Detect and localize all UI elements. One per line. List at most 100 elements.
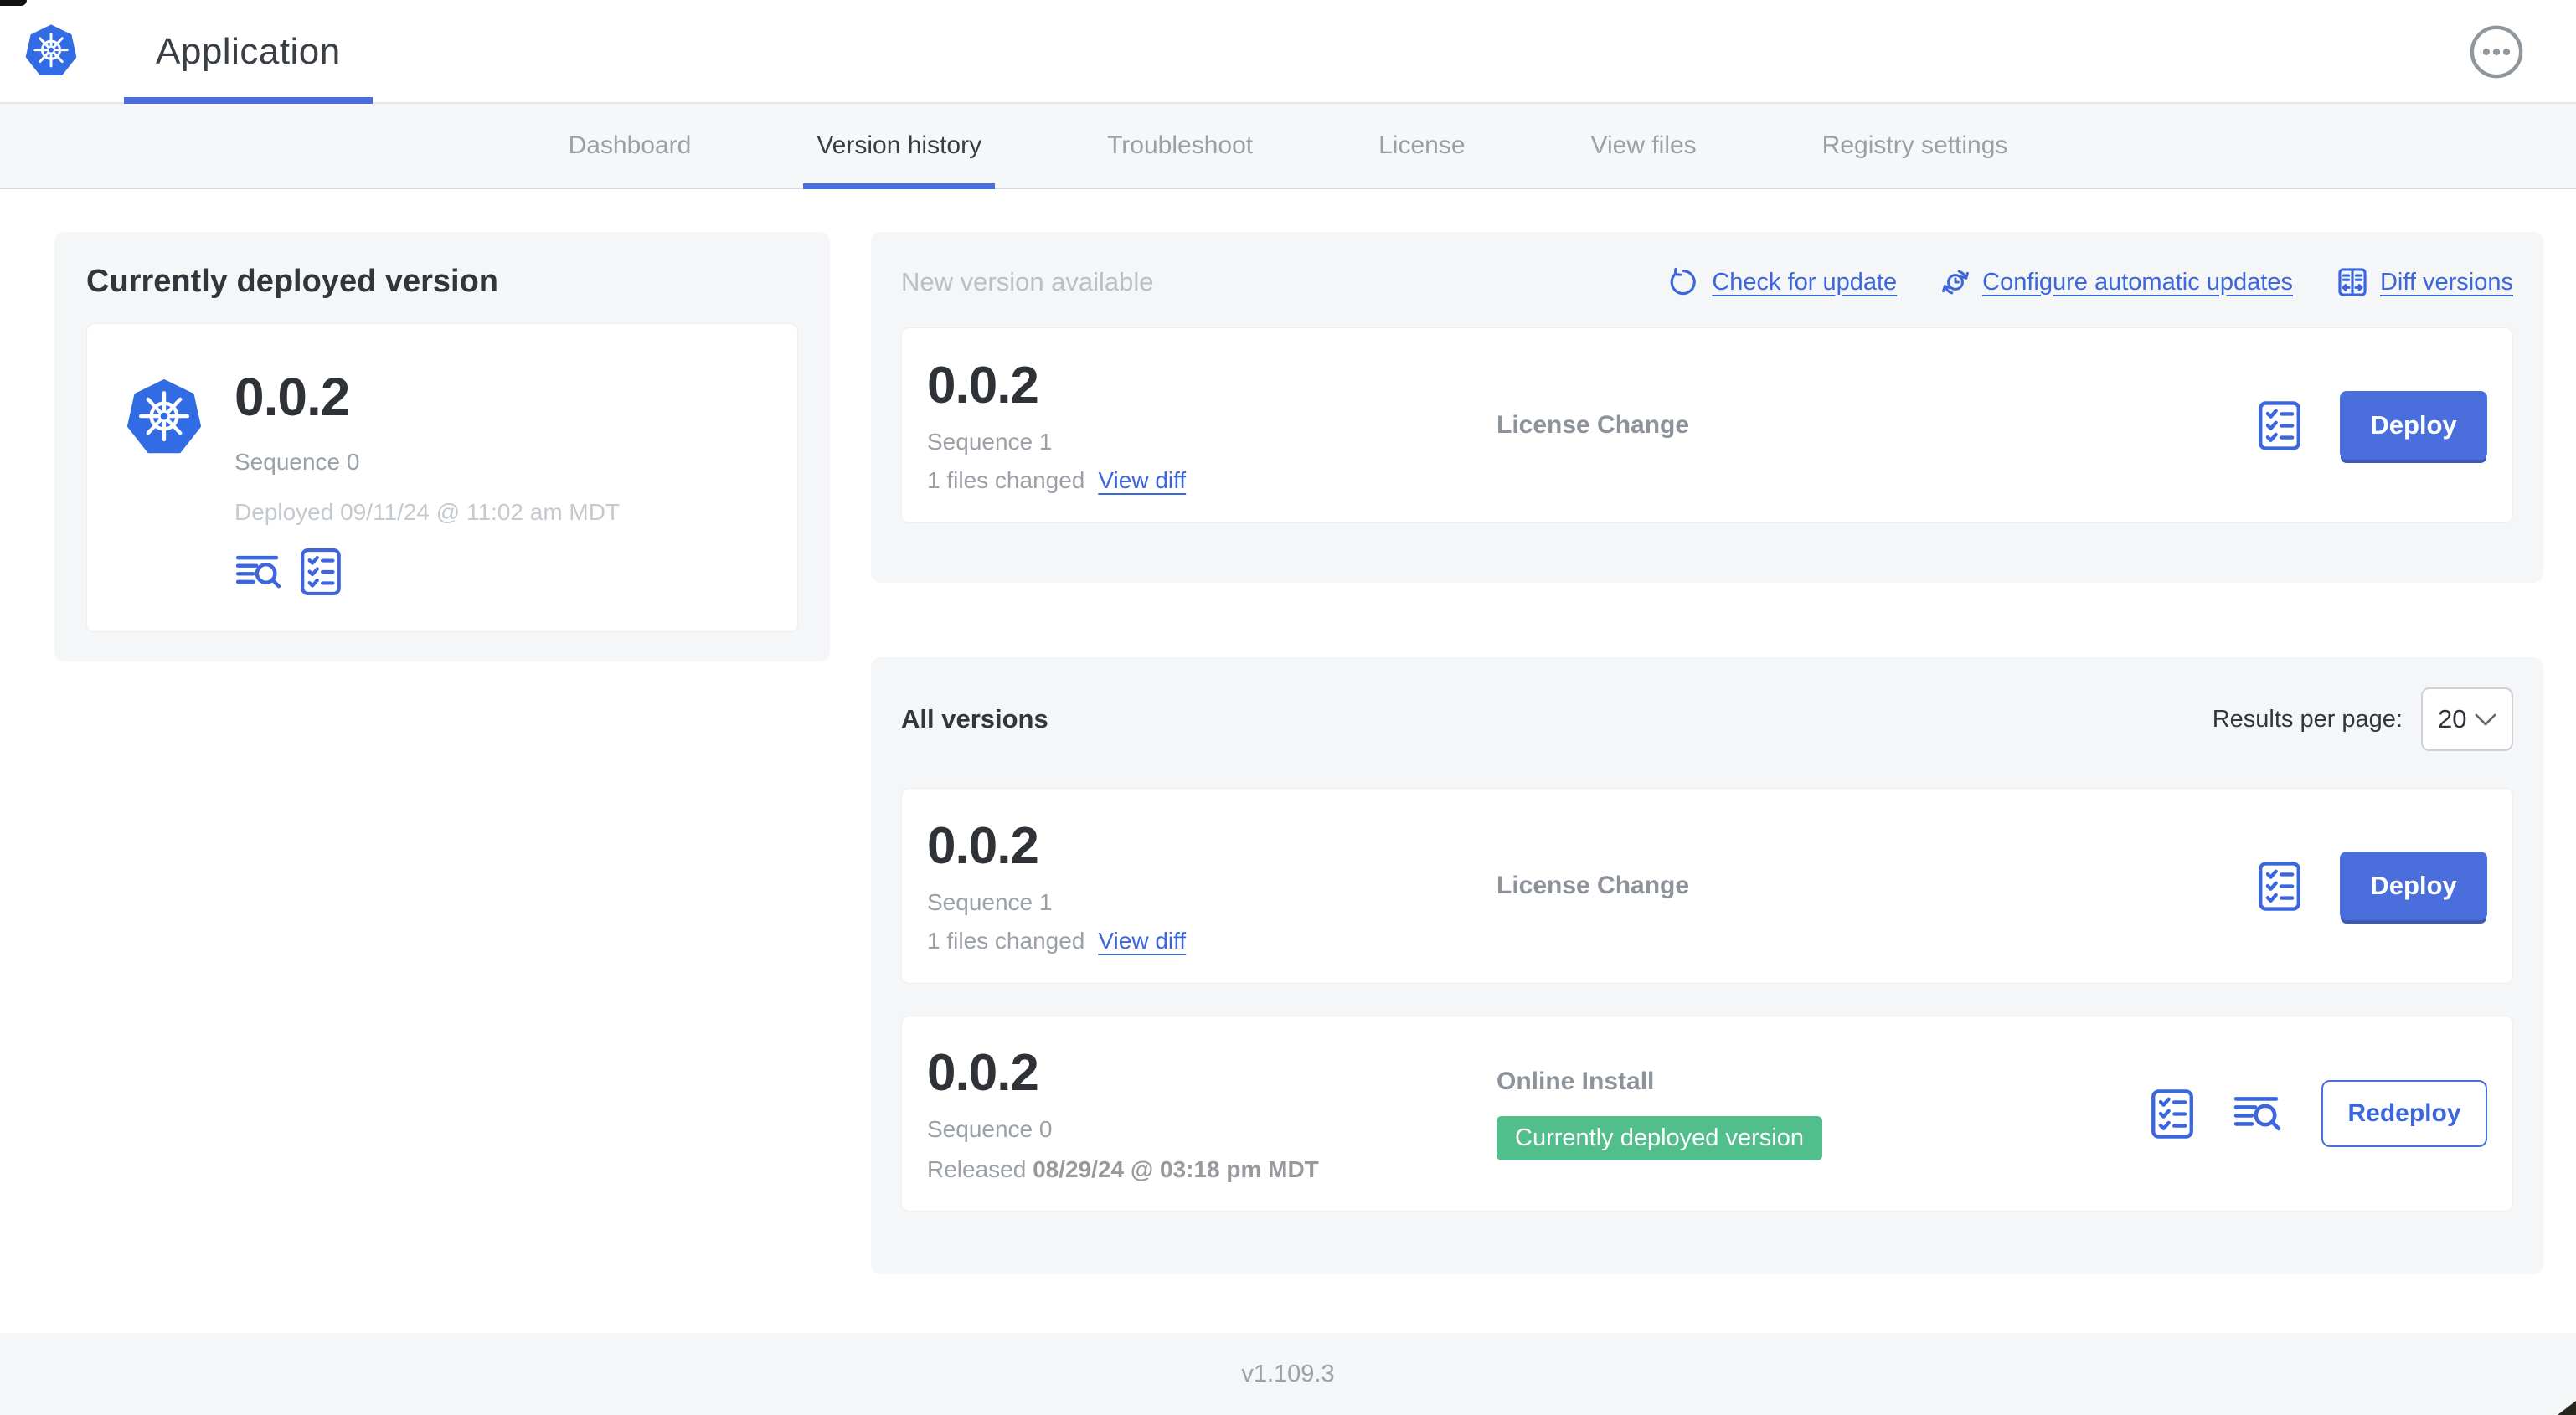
view-preflight-checks-button[interactable] <box>2151 1088 2194 1140</box>
version-source: License Change <box>1497 872 1690 899</box>
view-preflight-checks-button[interactable] <box>300 548 342 596</box>
preflight-checklist-icon <box>2258 400 2301 451</box>
view-diff-link[interactable]: View diff <box>1098 928 1186 954</box>
version-number: 0.0.2 <box>927 817 1039 875</box>
preflight-checklist-icon <box>300 548 342 596</box>
version-actions: Redeploy <box>2151 1016 2487 1211</box>
tab-bar: Dashboard Version history Troubleshoot L… <box>0 104 2576 189</box>
version-source: Online Install <box>1497 1067 1655 1095</box>
active-app-indicator <box>124 97 373 104</box>
version-number: 0.0.2 <box>927 1044 1039 1102</box>
results-per-page-label: Results per page: <box>2212 705 2403 733</box>
tab-troubleshoot[interactable]: Troubleshoot <box>1094 104 1266 188</box>
app-title: Application <box>156 31 341 72</box>
files-changed-label: 1 files changed <box>927 928 1085 954</box>
results-per-page-value: 20 <box>2438 704 2467 733</box>
currently-deployed-card: 0.0.2 Sequence 0 Deployed 09/11/24 @ 11:… <box>86 323 798 632</box>
tab-license[interactable]: License <box>1365 104 1478 188</box>
deploy-logs-icon <box>2233 1093 2283 1134</box>
tab-version-history[interactable]: Version history <box>803 104 995 189</box>
app-header: Application <box>0 0 2576 104</box>
diff-versions-label: Diff versions <box>2379 268 2513 296</box>
released-prefix: Released <box>927 1156 1027 1182</box>
deployed-version-number: 0.0.2 <box>234 367 350 427</box>
version-info: 0.0.2 Sequence 0 Released 08/29/24 @ 03:… <box>927 1044 1319 1183</box>
version-sequence: Sequence 1 <box>927 429 1053 455</box>
deployed-sequence: Sequence 0 <box>234 449 360 476</box>
kubernetes-logo-icon <box>23 23 79 79</box>
version-sequence: Sequence 0 <box>927 1116 1053 1142</box>
view-preflight-checks-button[interactable] <box>2258 861 2301 912</box>
tab-registry-settings[interactable]: Registry settings <box>1809 104 2022 188</box>
version-row-sequence-1: 0.0.2 Sequence 1 1 files changed View di… <box>901 788 2513 984</box>
clock-sync-icon <box>1940 267 1971 297</box>
version-actions: Deploy <box>2258 328 2487 522</box>
version-info: 0.0.2 Sequence 1 1 files changed View di… <box>927 817 1186 954</box>
deploy-logs-icon <box>234 553 283 591</box>
deploy-button[interactable]: Deploy <box>2340 391 2487 460</box>
tab-dashboard[interactable]: Dashboard <box>555 104 705 188</box>
version-info: 0.0.2 Sequence 1 1 files changed View di… <box>927 357 1186 494</box>
configure-automatic-updates-label: Configure automatic updates <box>1982 268 2293 296</box>
deployed-timestamp: Deployed 09/11/24 @ 11:02 am MDT <box>234 499 621 526</box>
tab-label: Registry settings <box>1821 131 2008 159</box>
console-version-label: v1.109.3 <box>1241 1360 1335 1387</box>
currently-deployed-badge: Currently deployed version <box>1497 1115 1822 1160</box>
results-per-page: Results per page: 20 <box>2213 687 2513 751</box>
currently-deployed-title: Currently deployed version <box>86 264 499 299</box>
version-sequence: Sequence 1 <box>927 889 1053 915</box>
new-version-title: New version available <box>901 267 1154 296</box>
redeploy-button[interactable]: Redeploy <box>2321 1080 2487 1147</box>
results-per-page-select[interactable]: 20 <box>2421 687 2513 751</box>
deployed-version-info: 0.0.2 Sequence 0 Deployed 09/11/24 @ 11:… <box>234 367 621 596</box>
check-for-update-link[interactable]: Check for update <box>1670 267 1897 297</box>
check-for-update-label: Check for update <box>1712 268 1898 296</box>
tab-label: View files <box>1590 131 1697 159</box>
released-timestamp: Released 08/29/24 @ 03:18 pm MDT <box>927 1156 1319 1183</box>
window-corner-artifact <box>0 0 27 6</box>
new-version-card: 0.0.2 Sequence 1 1 files changed View di… <box>901 327 2513 523</box>
deploy-button[interactable]: Deploy <box>2340 852 2487 920</box>
app-footer: v1.109.3 <box>0 1333 2576 1415</box>
update-actions: Check for update Configure automatic upd… <box>1670 266 2513 298</box>
all-versions-header: All versions Results per page: 20 <box>901 687 2513 751</box>
chevron-down-icon <box>2475 713 2496 726</box>
view-diff-link[interactable]: View diff <box>1098 467 1186 494</box>
tab-label: License <box>1378 131 1466 159</box>
preflight-checklist-icon <box>2258 861 2301 912</box>
files-changed-row: 1 files changed View diff <box>927 928 1186 954</box>
tab-label: Troubleshoot <box>1107 131 1254 159</box>
new-version-header: New version available Check for update C… <box>901 262 2513 302</box>
tab-view-files[interactable]: View files <box>1578 104 1710 188</box>
all-versions-title: All versions <box>901 704 1048 733</box>
files-changed-row: 1 files changed View diff <box>927 467 1186 494</box>
version-row-sequence-0: 0.0.2 Sequence 0 Released 08/29/24 @ 03:… <box>901 1016 2513 1212</box>
version-source-column: License Change <box>1497 328 2032 522</box>
more-options-button[interactable] <box>2469 24 2524 80</box>
version-number: 0.0.2 <box>927 357 1039 414</box>
diff-columns-icon <box>2336 266 2368 298</box>
app-title-tab[interactable]: Application <box>124 0 373 104</box>
view-deploy-logs-button[interactable] <box>2233 1093 2283 1134</box>
preflight-checklist-icon <box>2151 1088 2194 1140</box>
all-versions-panel: All versions Results per page: 20 0.0.2 … <box>871 657 2543 1274</box>
tab-label: Version history <box>817 131 982 159</box>
kubernetes-app-icon <box>124 378 204 458</box>
currently-deployed-panel: Currently deployed version 0.0.2 Sequenc… <box>54 232 830 661</box>
released-date: 08/29/24 @ 03:18 pm MDT <box>1033 1156 1319 1182</box>
files-changed-label: 1 files changed <box>927 467 1085 493</box>
version-actions: Deploy <box>2258 789 2487 983</box>
ellipsis-circle-icon <box>2469 24 2524 80</box>
new-version-panel: New version available Check for update C… <box>871 232 2543 583</box>
tab-label: Dashboard <box>568 131 692 159</box>
deployed-actions <box>234 548 620 596</box>
diff-versions-link[interactable]: Diff versions <box>2336 266 2513 298</box>
view-deploy-logs-button[interactable] <box>234 553 283 591</box>
version-source-column: Online Install Currently deployed versio… <box>1497 1016 2032 1211</box>
version-source-column: License Change <box>1497 789 2032 983</box>
refresh-icon <box>1670 267 1700 297</box>
version-source: License Change <box>1497 411 1690 439</box>
kots-admin-version-history-page: Application Dashboard Version history Tr… <box>0 0 2576 1415</box>
view-preflight-checks-button[interactable] <box>2258 400 2301 451</box>
configure-automatic-updates-link[interactable]: Configure automatic updates <box>1940 267 2293 297</box>
